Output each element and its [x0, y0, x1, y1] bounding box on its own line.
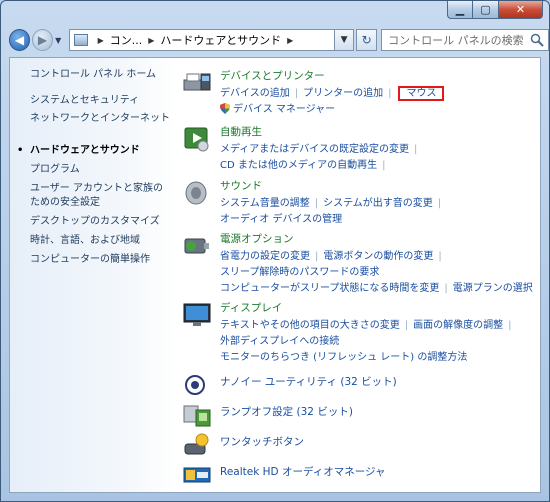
adjust-resolution-link[interactable]: 画面の解像度の調整: [413, 320, 503, 331]
forward-arrow-icon[interactable]: ▶: [32, 29, 54, 51]
sound-title[interactable]: サウンド: [220, 178, 262, 193]
realtek-audio-icon[interactable]: [182, 460, 212, 490]
sound-links-row1: システム音量の調整 | システムが出す音の変更 |: [220, 194, 446, 209]
one-touch-label[interactable]: ワンタッチボタン: [220, 434, 304, 449]
change-power-buttons-link[interactable]: 電源ボタンの動作の変更: [323, 251, 433, 262]
caption-buttons: ▁ ▢ ✕: [447, 1, 543, 19]
power-options-icon[interactable]: [182, 231, 212, 261]
device-manager-row: デバイス マネージャー: [220, 100, 335, 115]
change-system-sounds-link[interactable]: システムが出す音の変更: [323, 198, 433, 209]
sound-links-row2: オーディオ デバイスの管理: [220, 210, 342, 225]
recent-pages-dropdown-icon[interactable]: ▼: [55, 36, 65, 45]
autoplay-links-row2: CD または他のメディアの自動再生 |: [220, 156, 391, 171]
sidebar-item-user-accounts[interactable]: ユーザー アカウントと家族のための安全設定: [30, 182, 170, 210]
connect-external-display-link[interactable]: 外部ディスプレイへの接続: [220, 336, 339, 347]
search-icon[interactable]: [530, 33, 544, 47]
link-separator: |: [294, 88, 299, 99]
display-links-row3: モニターのちらつき (リフレッシュ レート) の調整方法: [220, 348, 467, 363]
power-links-row1: 省電力の設定の変更 | 電源ボタンの動作の変更 |: [220, 247, 447, 262]
sidebar-item-home[interactable]: コントロール パネル ホーム: [30, 68, 170, 82]
autoplay-links-row1: メディアまたはデバイスの既定設定の変更 |: [220, 140, 422, 155]
adjust-volume-link[interactable]: システム音量の調整: [220, 198, 310, 209]
require-password-wake-link[interactable]: スリープ解除時のパスワードの要求: [220, 267, 379, 278]
breadcrumb-hardware-sound[interactable]: ハードウェアとサウンド: [160, 32, 281, 48]
control-panel-icon: [73, 34, 88, 46]
sidebar-item-hardware-sound: • ハードウェアとサウンド: [17, 144, 170, 158]
lamp-off-label[interactable]: ランプオフ設定 (32 ビット): [220, 404, 353, 419]
search-input[interactable]: コントロール パネルの検索: [381, 29, 549, 51]
change-sleep-time-link[interactable]: コンピューターがスリープ状態になる時間を変更: [220, 283, 439, 294]
address-dropdown-icon[interactable]: ▼: [335, 29, 355, 51]
minimize-button[interactable]: ▁: [447, 1, 473, 19]
power-links-row2: スリープ解除時のパスワードの要求: [220, 263, 379, 278]
display-links-row1: テキストやその他の項目の大きさの変更 | 画面の解像度の調整 |: [220, 316, 516, 331]
navigation-bar: ◀ ▶ ▼ ▶ コン... ▶ ハードウェアとサウンド ▶ ▼ ↻ コントロール…: [1, 25, 549, 55]
nanoe-icon[interactable]: [182, 370, 212, 400]
power-links-row3: コンピューターがスリープ状態になる時間を変更 | 電源プランの選択: [220, 279, 533, 294]
change-text-size-link[interactable]: テキストやその他の項目の大きさの変更: [220, 320, 400, 331]
search-placeholder: コントロール パネルの検索: [388, 34, 524, 47]
current-item-bullet-icon: •: [17, 145, 24, 156]
autoplay-title[interactable]: 自動再生: [220, 124, 262, 139]
breadcrumb-chevron-icon[interactable]: ▶: [287, 36, 293, 45]
change-power-saving-link[interactable]: 省電力の設定の変更: [220, 251, 310, 262]
close-button[interactable]: ✕: [499, 1, 543, 19]
refresh-icon[interactable]: ↻: [356, 29, 378, 51]
add-device-link[interactable]: デバイスの追加: [220, 88, 290, 99]
sidebar-item-ease-of-access[interactable]: コンピューターの簡単操作: [30, 253, 170, 267]
sidebar: コントロール パネル ホーム システムとセキュリティ ネットワークとインターネッ…: [10, 58, 176, 492]
printer-icon[interactable]: [182, 68, 212, 98]
display-title[interactable]: ディスプレイ: [220, 300, 282, 315]
choose-power-plan-link[interactable]: 電源プランの選択: [453, 283, 533, 294]
speaker-icon[interactable]: [182, 178, 212, 208]
autoplay-icon[interactable]: [182, 124, 212, 154]
lamp-off-icon[interactable]: [182, 400, 212, 430]
devices-links: デバイスの追加 | プリンターの追加 | マウス: [220, 84, 445, 101]
main-panel: デバイスとプリンター デバイスの追加 | プリンターの追加 | マウス デバイス マネー…: [182, 58, 540, 492]
devices-printers-title[interactable]: デバイスとプリンター: [220, 68, 325, 83]
nanoe-utility-label[interactable]: ナノイー ユーティリティ (32 ビット): [220, 374, 397, 389]
link-separator: |: [437, 198, 442, 209]
maximize-button[interactable]: ▢: [473, 1, 499, 19]
sidebar-item-system-security[interactable]: システムとセキュリティ: [30, 94, 170, 108]
mouse-link[interactable]: マウス: [398, 86, 445, 101]
display-links-row2: 外部ディスプレイへの接続: [220, 332, 339, 347]
display-icon[interactable]: [182, 300, 212, 330]
sidebar-item-label: ハードウェアとサウンド: [30, 145, 140, 156]
add-printer-link[interactable]: プリンターの追加: [303, 88, 383, 99]
sidebar-item-clock-language[interactable]: 時計、言語、および地域: [30, 234, 170, 248]
link-separator: |: [382, 160, 386, 171]
link-separator: |: [404, 320, 409, 331]
link-separator: |: [315, 251, 319, 262]
adjust-refresh-rate-link[interactable]: モニターのちらつき (リフレッシュ レート) の調整方法: [220, 352, 467, 363]
sidebar-item-programs[interactable]: プログラム: [30, 163, 170, 177]
sidebar-item-network[interactable]: ネットワークとインターネット: [30, 112, 170, 126]
link-separator: |: [414, 144, 418, 155]
realtek-label[interactable]: Realtek HD オーディオマネージャ: [220, 464, 385, 479]
content-area: コントロール パネル ホーム システムとセキュリティ ネットワークとインターネッ…: [9, 57, 541, 493]
link-separator: |: [508, 320, 512, 331]
autoplay-cd-link[interactable]: CD または他のメディアの自動再生: [220, 160, 377, 171]
device-manager-link[interactable]: デバイス マネージャー: [233, 104, 335, 115]
sidebar-item-desktop[interactable]: デスクトップのカスタマイズ: [30, 215, 170, 229]
breadcrumb-chevron-icon[interactable]: ▶: [98, 36, 104, 45]
back-arrow-icon[interactable]: ◀: [9, 29, 31, 51]
breadcrumb-control-panel[interactable]: コン...: [110, 32, 143, 48]
manage-audio-devices-link[interactable]: オーディオ デバイスの管理: [220, 214, 342, 225]
link-separator: |: [388, 88, 392, 99]
uac-shield-icon: [220, 103, 230, 114]
change-default-media-link[interactable]: メディアまたはデバイスの既定設定の変更: [220, 144, 409, 155]
link-separator: |: [314, 198, 319, 209]
power-options-title[interactable]: 電源オプション: [220, 231, 294, 246]
address-bar[interactable]: ▶ コン... ▶ ハードウェアとサウンド ▶: [68, 29, 336, 51]
breadcrumb-chevron-icon[interactable]: ▶: [148, 36, 154, 45]
control-panel-window: ▁ ▢ ✕ ◀ ▶ ▼ ▶ コン... ▶ ハードウェアとサウンド ▶ ▼ ↻ …: [0, 0, 550, 502]
link-separator: |: [444, 283, 448, 294]
link-separator: |: [438, 251, 442, 262]
one-touch-button-icon[interactable]: [182, 430, 212, 460]
